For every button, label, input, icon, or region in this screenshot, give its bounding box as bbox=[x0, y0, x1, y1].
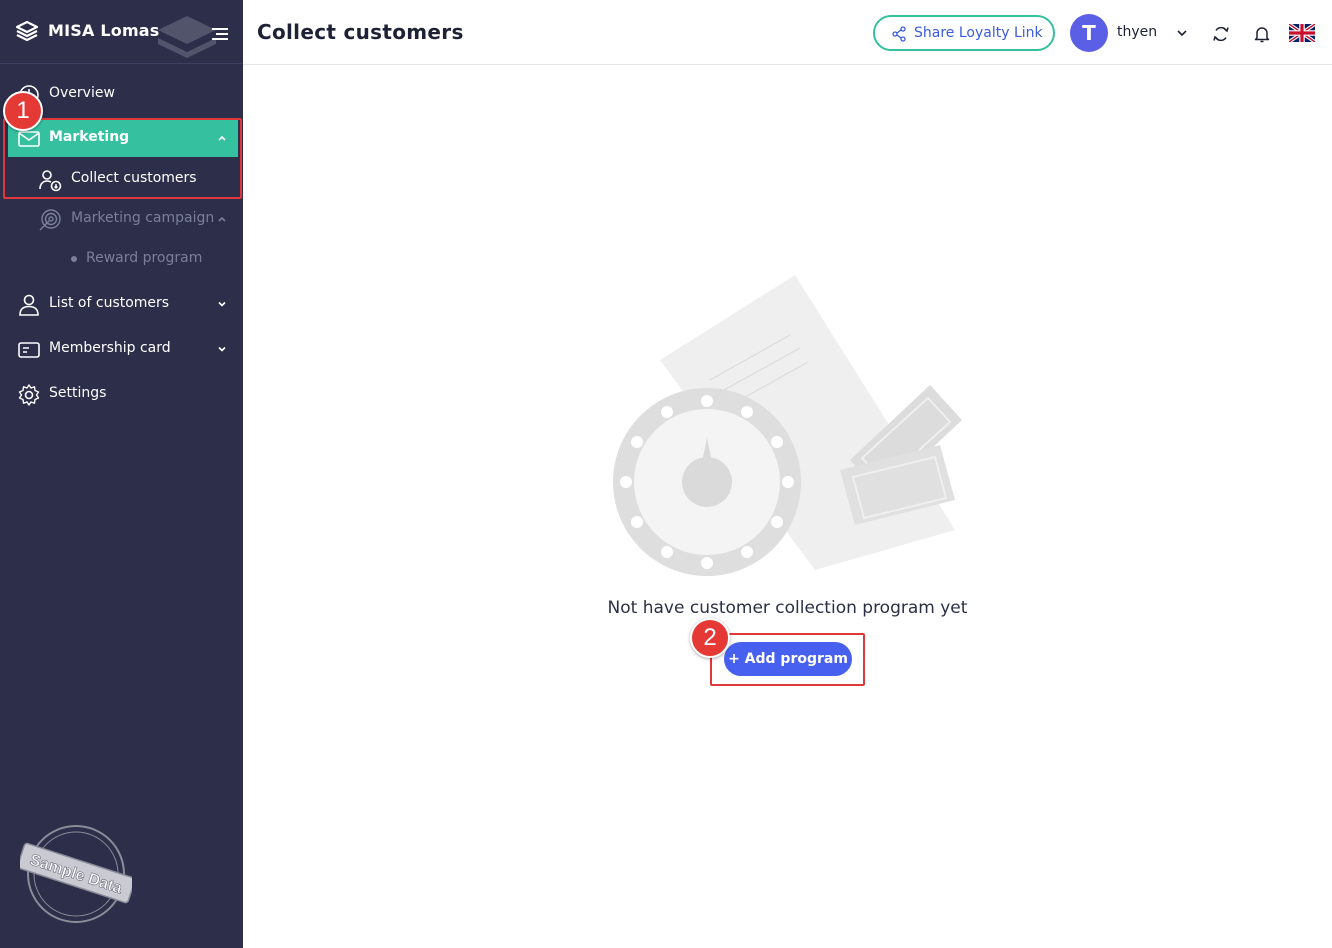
uk-flag-icon[interactable] bbox=[1289, 24, 1315, 42]
sidebar-item-label: Membership card bbox=[49, 340, 171, 356]
annotation-badge-1: 1 bbox=[3, 91, 43, 131]
sidebar-item-marketing-campaign[interactable]: Marketing campaign bbox=[0, 199, 243, 239]
bullet-dot-icon bbox=[71, 256, 77, 262]
sync-icon[interactable] bbox=[1211, 24, 1231, 44]
sidebar-item-reward-program[interactable]: Reward program bbox=[0, 239, 243, 279]
empty-state-message: Not have customer collection program yet bbox=[607, 598, 968, 618]
sample-data-stamp: Sample Data bbox=[20, 825, 132, 923]
share-icon bbox=[892, 26, 906, 42]
sidebar-item-label: List of customers bbox=[49, 295, 170, 311]
top-header: Collect customers Share Loyalty Link T t… bbox=[243, 0, 1332, 65]
menu-toggle-icon[interactable] bbox=[210, 26, 230, 42]
sidebar-item-label: Overview bbox=[49, 85, 115, 101]
empty-state-illustration bbox=[613, 275, 962, 576]
chevron-down-icon bbox=[218, 346, 226, 352]
card-icon bbox=[18, 342, 40, 358]
sidebar-item-membership-card[interactable]: Membership card bbox=[0, 329, 243, 369]
chevron-down-icon bbox=[218, 301, 226, 307]
sidebar-item-label: Marketing campaign bbox=[71, 210, 215, 226]
brand-header: MISA Lomas bbox=[0, 0, 243, 64]
chevron-up-icon bbox=[218, 216, 226, 222]
avatar[interactable]: T bbox=[1070, 14, 1108, 52]
annotation-box-1 bbox=[3, 118, 242, 199]
share-button-label: Share Loyalty Link bbox=[914, 25, 1043, 41]
share-loyalty-link-button[interactable]: Share Loyalty Link bbox=[873, 15, 1055, 51]
bell-icon[interactable] bbox=[1252, 24, 1272, 44]
annotation-box-2 bbox=[710, 633, 865, 686]
sidebar-item-label: Reward program bbox=[86, 250, 203, 266]
misa-logo-icon bbox=[15, 20, 39, 42]
chevron-down-icon[interactable] bbox=[1175, 27, 1189, 39]
page-title: Collect customers bbox=[257, 20, 464, 44]
user-icon bbox=[19, 294, 39, 316]
annotation-badge-2: 2 bbox=[690, 618, 730, 658]
username[interactable]: thyen bbox=[1117, 24, 1157, 40]
sidebar-item-label: Settings bbox=[49, 385, 107, 401]
sidebar-item-settings[interactable]: Settings bbox=[0, 374, 243, 414]
target-icon bbox=[39, 209, 61, 231]
brand-name: MISA Lomas bbox=[48, 21, 160, 40]
sidebar-item-list-of-customers[interactable]: List of customers bbox=[0, 284, 243, 324]
gear-icon bbox=[18, 384, 40, 406]
